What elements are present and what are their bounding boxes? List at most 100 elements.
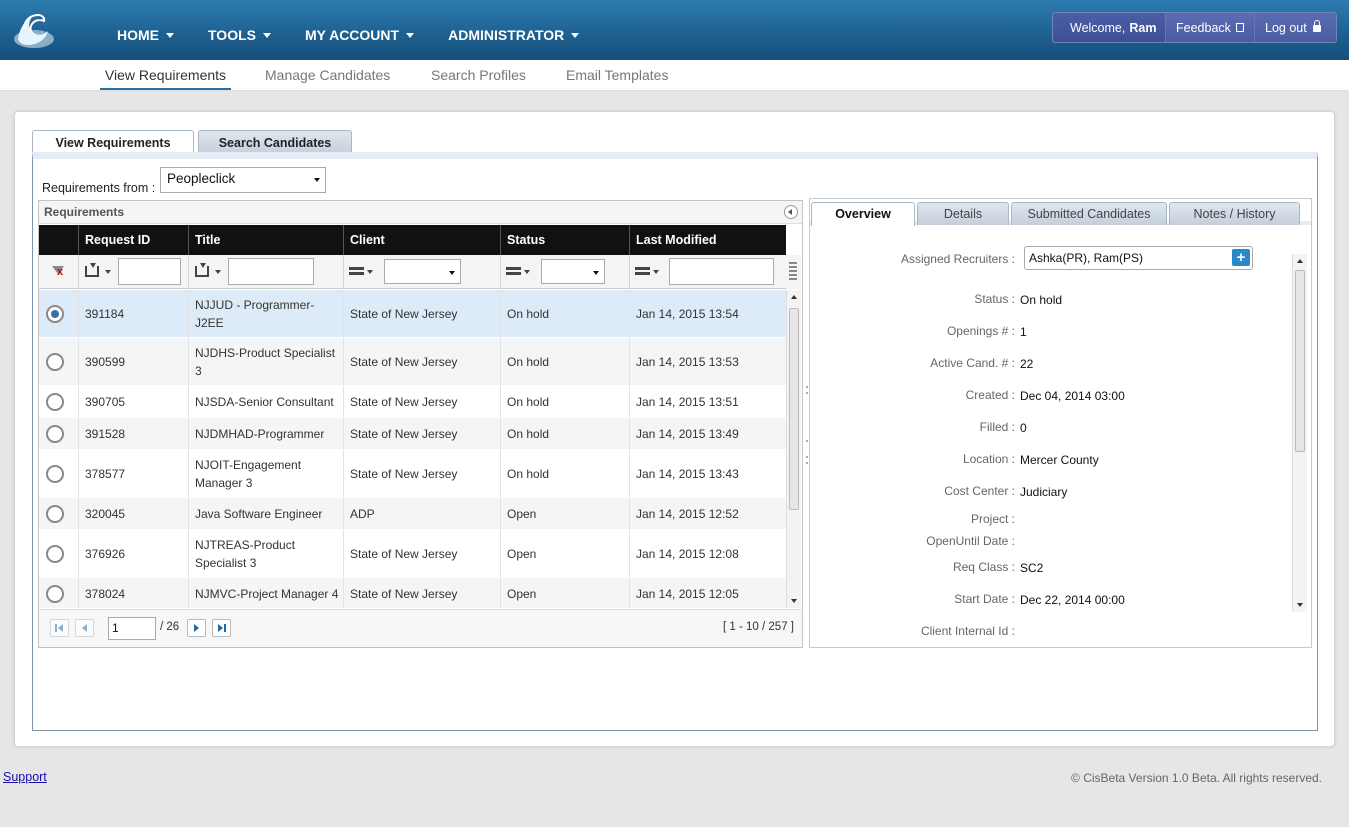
cell-request-id-text: 378577	[85, 466, 126, 481]
subnav-search-profiles[interactable]: Search Profiles	[431, 60, 526, 90]
filter-client-select[interactable]	[384, 259, 461, 284]
last-page-button[interactable]	[212, 619, 231, 637]
filter-request-id-input[interactable]	[118, 258, 181, 285]
radio-icon[interactable]	[46, 504, 64, 523]
radio-icon[interactable]	[46, 424, 64, 443]
caret-down-icon	[571, 32, 580, 38]
table-row[interactable]: 378024 NJMVC-Project Manager 4 State of Ne…	[39, 578, 786, 608]
field-value: 22	[1020, 357, 1034, 371]
cell-client: ADP	[343, 498, 500, 529]
detail-scrollbar[interactable]	[1292, 254, 1307, 612]
table-row[interactable]: 391528 NJDMHAD-Programmer State of New Jer…	[39, 418, 786, 450]
menu-my-account[interactable]: MY ACCOUNT	[305, 0, 415, 60]
scroll-down-icon[interactable]	[1297, 603, 1303, 607]
tab-details[interactable]: Details	[917, 202, 1009, 225]
first-page-button[interactable]	[50, 619, 69, 637]
col-title[interactable]: Title	[188, 225, 343, 255]
table-row[interactable]: 376926 NJTREAS-Product Specialist 3 State …	[39, 530, 786, 578]
subnav-manage-candidates[interactable]: Manage Candidates	[265, 60, 390, 90]
col-status[interactable]: Status	[500, 225, 629, 255]
clear-filter-icon[interactable]	[52, 266, 66, 280]
page-total: / 26	[160, 621, 180, 633]
logout-button[interactable]: Log out	[1254, 13, 1336, 42]
col-last-modified[interactable]: Last Modified	[629, 225, 786, 255]
cell-select	[39, 498, 78, 529]
menu-tools[interactable]: TOOLS	[208, 0, 271, 60]
filter-title-input[interactable]	[228, 258, 314, 285]
scroll-down-icon[interactable]	[791, 599, 797, 603]
menu-home[interactable]: HOME	[117, 0, 174, 60]
detail-tabs: Overview Details Submitted Candidates No…	[810, 199, 1311, 226]
field-label: Active Cand. # :	[930, 356, 1015, 370]
table-row[interactable]: 391184 NJJUD - Programmer-J2EE State of Ne…	[39, 290, 786, 338]
assigned-recruiters-field[interactable]: Ashka(PR), Ram(PS) +	[1024, 246, 1253, 270]
cell-last-modified-text: Jan 14, 2015 12:52	[636, 506, 739, 521]
cell-last-modified-text: Jan 14, 2015 13:54	[636, 306, 739, 321]
next-page-button[interactable]	[187, 619, 206, 637]
scroll-thumb[interactable]	[1295, 270, 1305, 452]
radio-icon[interactable]	[46, 304, 64, 323]
plus-icon[interactable]: +	[1232, 249, 1250, 266]
cell-select	[39, 578, 78, 608]
prev-page-button[interactable]	[75, 619, 94, 637]
requirements-source-select[interactable]: Peopleclick	[160, 167, 326, 193]
support-link[interactable]: Support	[3, 770, 47, 784]
filter-operator-icon[interactable]	[195, 263, 209, 277]
feedback-button[interactable]: Feedback	[1165, 13, 1254, 42]
table-row[interactable]: 390705 NJSDA-Senior Consultant State of Ne…	[39, 386, 786, 418]
radio-icon[interactable]	[46, 352, 64, 371]
table-row[interactable]: 320045 Java Software Engineer ADP Open Jan 1…	[39, 498, 786, 530]
radio-icon[interactable]	[46, 544, 64, 563]
table-row[interactable]: 378577 NJOIT-Engagement Manager 3 State of…	[39, 450, 786, 498]
cell-client-text: State of New Jersey	[350, 394, 458, 409]
scroll-up-icon[interactable]	[791, 295, 797, 299]
radio-icon[interactable]	[46, 464, 64, 483]
collapse-icon[interactable]	[784, 205, 798, 219]
subnav-view-requirements[interactable]: View Requirements	[100, 60, 231, 90]
page-number-input[interactable]: 1	[108, 617, 156, 640]
splitter-grip	[806, 456, 808, 458]
field-value: On hold	[1020, 293, 1063, 307]
caret-down-icon	[524, 270, 530, 274]
cell-status: On hold	[500, 338, 629, 385]
table-row[interactable]: 390599 NJDHS-Product Specialist 3 State of…	[39, 338, 786, 386]
radio-icon[interactable]	[46, 392, 64, 411]
logo-icon[interactable]	[10, 9, 58, 51]
tab-submitted-candidates[interactable]: Submitted Candidates	[1011, 202, 1167, 225]
cell-last-modified-text: Jan 14, 2015 13:49	[636, 426, 739, 441]
cell-title-text: NJDHS-Product Specialist 3	[195, 345, 336, 378]
col-request-id[interactable]: Request ID	[78, 225, 188, 255]
scroll-up-icon[interactable]	[1297, 259, 1303, 263]
col-client[interactable]: Client	[343, 225, 500, 255]
cell-request-id: 376926	[78, 530, 188, 577]
main-panel: View Requirements Search Candidates Requ…	[14, 111, 1335, 747]
filter-operator-icon[interactable]	[349, 265, 365, 277]
filter-operator-icon[interactable]	[635, 265, 651, 277]
cell-status: Open	[500, 578, 629, 608]
tab-view-requirements[interactable]: View Requirements	[32, 130, 194, 154]
filter-operator-icon[interactable]	[85, 263, 99, 277]
filter-clear-cell	[39, 255, 78, 289]
cell-select	[39, 338, 78, 385]
column-picker-icon[interactable]	[786, 255, 801, 289]
tab-overview[interactable]: Overview	[811, 202, 915, 226]
filter-operator-icon[interactable]	[506, 265, 522, 277]
filter-last-modified-input[interactable]	[669, 258, 774, 285]
cell-request-id: 378024	[78, 578, 188, 608]
cell-client-text: State of New Jersey	[350, 546, 458, 561]
radio-icon[interactable]	[46, 584, 64, 603]
cell-status-text: On hold	[507, 426, 550, 441]
subnav-email-templates[interactable]: Email Templates	[566, 60, 668, 90]
cell-last-modified: Jan 14, 2015 12:52	[629, 498, 786, 529]
cell-title: NJMVC-Project Manager 4	[188, 578, 343, 608]
tab-search-candidates[interactable]: Search Candidates	[198, 130, 352, 154]
menu-administrator[interactable]: ADMINISTRATOR	[448, 0, 580, 60]
grid-scrollbar[interactable]	[786, 290, 801, 608]
next-page-icon	[194, 624, 199, 632]
filter-status-select[interactable]	[541, 259, 605, 284]
cell-title: Java Software Engineer	[188, 498, 343, 529]
tab-notes-history[interactable]: Notes / History	[1169, 202, 1300, 225]
scroll-thumb[interactable]	[789, 308, 799, 510]
caret-down-icon	[406, 32, 415, 38]
cell-client-text: State of New Jersey	[350, 354, 458, 369]
